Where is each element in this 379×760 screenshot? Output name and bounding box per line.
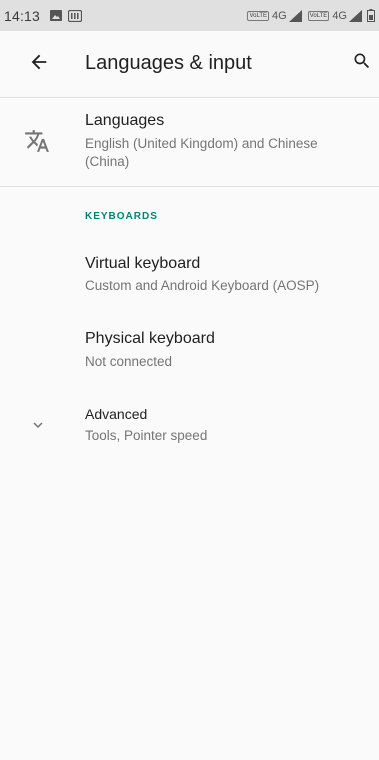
network-type-label-2: 4G <box>332 9 347 22</box>
back-arrow-icon[interactable] <box>28 51 50 73</box>
app-bar: Languages & input <box>0 31 379 97</box>
status-notification-icons <box>50 9 83 22</box>
chevron-down-icon <box>33 422 43 428</box>
virtual-keyboard-summary: Custom and Android Keyboard (AOSP) <box>85 278 320 293</box>
volte-badge-2: VoLTE <box>307 10 330 21</box>
status-time: 14:13 <box>4 7 41 24</box>
advanced-title: Advanced <box>85 406 148 422</box>
virtual-keyboard-title: Virtual keyboard <box>85 255 201 272</box>
advanced-summary: Tools, Pointer speed <box>85 428 208 443</box>
page-title: Languages & input <box>85 52 252 74</box>
volte-badge: VoLTE <box>247 10 270 21</box>
languages-item[interactable]: Languages English (United Kingdom) and C… <box>0 98 379 186</box>
languages-title: Languages <box>85 112 165 129</box>
status-right-icons: VoLTE 4G VoLTE 4G <box>247 9 375 22</box>
network-type-label: 4G <box>272 9 287 22</box>
battery-icon <box>367 9 375 22</box>
signal-strength-icon <box>288 9 302 22</box>
languages-summary: English (United Kingdom) and Chinese (Ch… <box>85 136 318 169</box>
keyboards-section-header: KEYBOARDS <box>85 211 158 222</box>
physical-keyboard-title: Physical keyboard <box>85 330 215 347</box>
advanced-item[interactable]: Advanced Tools, Pointer speed <box>0 396 379 456</box>
translate-icon <box>25 130 49 152</box>
physical-keyboard-summary: Not connected <box>85 354 173 369</box>
sim-card-notification-icon <box>68 9 83 22</box>
section-divider <box>0 186 379 187</box>
virtual-keyboard-item[interactable]: Virtual keyboard Custom and Android Keyb… <box>0 242 379 308</box>
image-notification-icon <box>50 10 63 21</box>
physical-keyboard-item[interactable]: Physical keyboard Not connected <box>0 318 379 384</box>
search-icon[interactable] <box>352 51 372 71</box>
status-bar: 14:13 VoLTE 4G VoLTE 4G <box>0 0 379 31</box>
signal-strength-icon-2 <box>349 9 362 22</box>
